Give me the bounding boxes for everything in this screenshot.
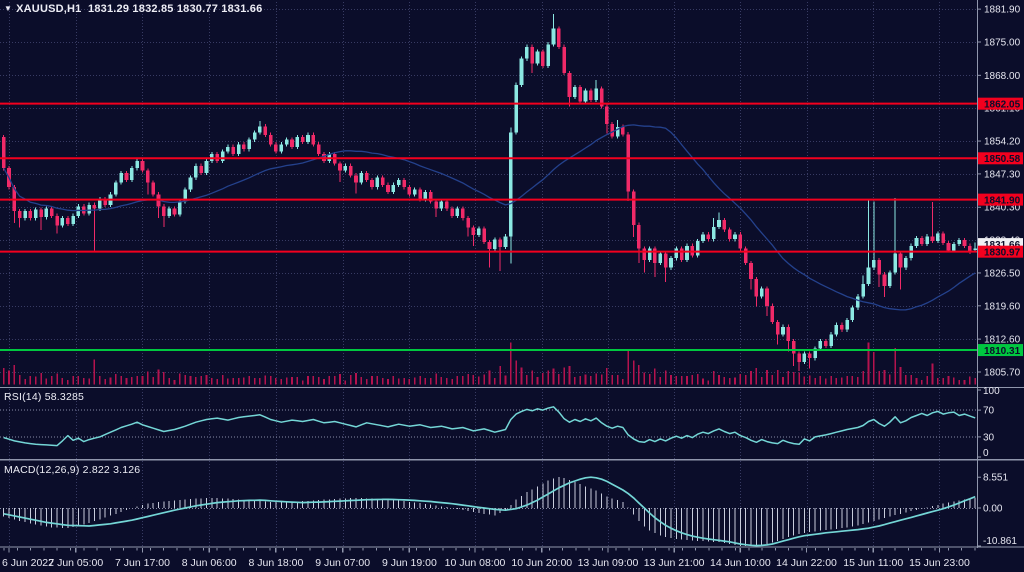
time-axis-label: 13 Jun 09:00 — [578, 557, 639, 569]
time-axis-label: 7 Jun 17:00 — [115, 557, 170, 569]
price-axis-label: 1812.60 — [984, 335, 1021, 346]
svg-text:1841.90: 1841.90 — [984, 195, 1021, 206]
price-axis-label: 1854.20 — [984, 137, 1021, 148]
rsi-axis-label: 0 — [983, 448, 989, 459]
price-axis-label: 1881.90 — [984, 5, 1021, 16]
macd-axis-label: 8.551 — [983, 473, 1008, 484]
macd-axis-label: 0.00 — [983, 504, 1003, 515]
svg-text:1862.05: 1862.05 — [984, 99, 1021, 110]
time-axis-label: 15 Jun 23:00 — [909, 557, 970, 569]
macd-axis-label: -10.861 — [983, 536, 1017, 547]
time-axis-label: 8 Jun 06:00 — [182, 557, 237, 569]
candlestick-chart[interactable]: 1881.901875.001868.001861.101854.201847.… — [0, 0, 1024, 572]
svg-text:1850.58: 1850.58 — [984, 154, 1021, 165]
time-axis-label: 14 Jun 10:00 — [710, 557, 771, 569]
time-axis-label: 8 Jun 18:00 — [248, 557, 303, 569]
rsi-axis-label: 70 — [983, 406, 995, 417]
svg-text:1830.97: 1830.97 — [984, 247, 1021, 258]
time-axis-label: 9 Jun 07:00 — [315, 557, 370, 569]
time-axis-label: 10 Jun 20:00 — [511, 557, 572, 569]
rsi-axis-label: 30 — [983, 432, 995, 443]
svg-text:1810.31: 1810.31 — [984, 346, 1021, 357]
chart-background — [0, 0, 1024, 572]
price-axis-label: 1847.30 — [984, 169, 1021, 180]
time-axis-label: 14 Jun 22:00 — [776, 557, 837, 569]
time-axis-label: 10 Jun 08:00 — [445, 557, 506, 569]
price-axis-label: 1875.00 — [984, 38, 1021, 49]
price-axis-label: 1826.50 — [984, 268, 1021, 279]
price-axis-label: 1868.00 — [984, 71, 1021, 82]
time-axis-label: 7 Jun 05:00 — [48, 557, 103, 569]
time-axis-label: 13 Jun 21:00 — [644, 557, 705, 569]
time-axis-label: 6 Jun 2022 — [2, 557, 54, 569]
time-axis-label: 15 Jun 11:00 — [843, 557, 903, 569]
price-axis-label: 1819.60 — [984, 301, 1021, 312]
trading-chart-window: ▼XAUUSD,H1 1831.29 1832.85 1830.77 1831.… — [0, 0, 1024, 572]
rsi-axis-label: 100 — [983, 386, 1000, 397]
price-axis-label: 1805.70 — [984, 368, 1021, 379]
time-axis-label: 9 Jun 19:00 — [382, 557, 437, 569]
